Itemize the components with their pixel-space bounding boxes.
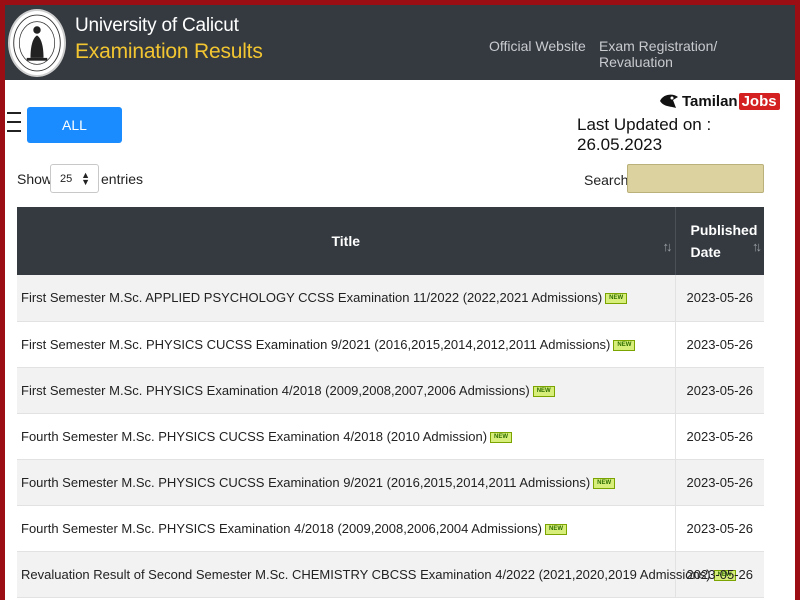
published-date-cell: 2023-05-26 [674,459,764,506]
table-header-row: Title ↑↓ Published Date ↑↓ [17,207,764,275]
column-date-label-line2: Date [690,244,721,260]
result-title-cell[interactable]: Fourth Semester M.Sc. PHYSICS CUCSS Exam… [17,459,675,506]
last-updated-text: Last Updated on : 26.05.2023 [577,115,712,154]
table-row[interactable]: First Semester M.Sc. PHYSICS Examination… [17,367,764,414]
new-badge: NEW [490,431,513,443]
watermark-jobs: Jobs [738,92,780,110]
university-seal-icon[interactable] [8,9,66,77]
published-date-cell: 2023-05-26 [674,413,764,460]
result-title-cell[interactable]: First Semester M.Sc. PHYSICS Examination… [17,367,675,414]
result-title-link[interactable]: Revaluation Result of Second Semester M.… [21,567,711,582]
result-title-cell[interactable]: Fourth Semester M.Sc. PHYSICS Examinatio… [17,505,675,552]
result-title-cell[interactable]: First Semester M.Sc. PHYSICS CUCSS Exami… [17,321,675,368]
nav-official-website[interactable]: Official Website [489,38,586,54]
new-badge: NEW [613,339,636,351]
nav-exam-registration[interactable]: Exam Registration/ Revaluation [599,38,795,70]
site-header: University of Calicut Examination Result… [5,5,795,80]
tamilanjobs-logo-icon [660,94,678,108]
published-date-cell: 2023-05-26 [674,505,764,552]
brand-name: University of Calicut [75,15,239,36]
brand-subtitle: Examination Results [75,40,263,63]
column-title-label: Title [331,233,361,249]
published-date-cell: 2023-05-26 [674,551,764,598]
result-title-link[interactable]: Fourth Semester M.Sc. PHYSICS CUCSS Exam… [21,429,487,444]
new-badge: NEW [532,385,555,397]
published-date-cell: 2023-05-26 [674,321,764,368]
entries-value: 25 [60,172,73,185]
show-label: Show [17,171,53,187]
sort-arrows-icon[interactable]: ↑↓ [663,239,673,254]
result-title-cell[interactable]: Fourth Semester M.Sc. PHYSICS CUCSS Exam… [17,413,675,460]
published-date-cell: 2023-05-26 [674,275,764,322]
result-title-link[interactable]: First Semester M.Sc. PHYSICS CUCSS Exami… [21,337,610,352]
column-header-title[interactable]: Title ↑↓ [17,207,675,275]
search-input[interactable] [627,164,764,193]
table-row[interactable]: Fourth Semester M.Sc. PHYSICS CUCSS Exam… [17,459,764,506]
table-row[interactable]: Fourth Semester M.Sc. PHYSICS Examinatio… [17,505,764,552]
new-badge: NEW [545,523,568,535]
result-title-link[interactable]: First Semester M.Sc. PHYSICS Examination… [21,383,530,398]
result-title-link[interactable]: First Semester M.Sc. APPLIED PSYCHOLOGY … [21,290,602,305]
published-date-cell: 2023-05-26 [674,367,764,414]
sort-arrows-icon[interactable]: ↑↓ [752,239,762,254]
table-row[interactable]: Fourth Semester M.Sc. PHYSICS CUCSS Exam… [17,413,764,460]
page-frame: University of Calicut Examination Result… [5,5,795,600]
table-row[interactable]: Revaluation Result of Second Semester M.… [17,551,764,598]
watermark-tamilan: Tamilan [682,92,738,110]
entries-label: entries [101,171,144,187]
hamburger-icon[interactable] [7,112,21,134]
new-badge: NEW [593,477,616,489]
table-row[interactable]: First Semester M.Sc. PHYSICS CUCSS Exami… [17,321,764,368]
all-courses-button[interactable]: ALL COURSES [27,107,122,169]
result-title-cell[interactable]: First Semester M.Sc. APPLIED PSYCHOLOGY … [17,275,675,322]
results-table: Title ↑↓ Published Date ↑↓ First Semeste… [17,207,764,598]
column-header-published-date[interactable]: Published Date ↑↓ [674,207,764,275]
select-arrows-icon: ▲ ▼ [81,170,90,187]
result-title-link[interactable]: Fourth Semester M.Sc. PHYSICS Examinatio… [21,521,542,536]
result-title-link[interactable]: Fourth Semester M.Sc. PHYSICS CUCSS Exam… [21,475,590,490]
search-label: Search: [584,172,633,188]
new-badge: NEW [605,293,628,305]
tamilanjobs-watermark: Tamilan Jobs [658,90,780,112]
table-row[interactable]: First Semester M.Sc. APPLIED PSYCHOLOGY … [17,275,764,322]
column-date-label-line1: Published [690,222,758,238]
entries-select[interactable]: 25 ▲ ▼ [50,164,99,193]
result-title-cell[interactable]: Revaluation Result of Second Semester M.… [17,551,736,598]
